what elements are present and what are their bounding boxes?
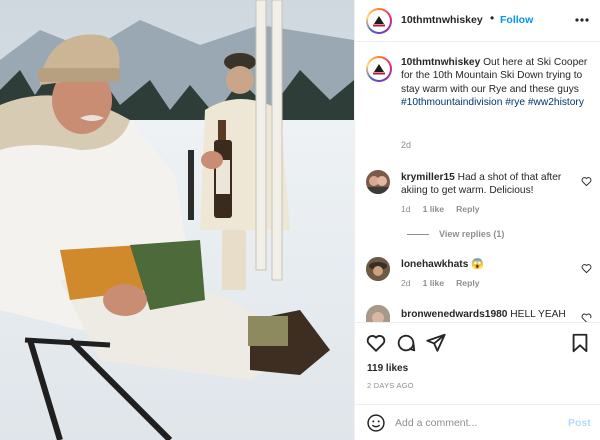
post-date[interactable]: 2 DAYS AGO [367, 381, 414, 390]
reply-button[interactable]: Reply [456, 204, 479, 214]
caption-username[interactable]: 10thmtnwhiskey [401, 57, 480, 68]
caption-timestamp[interactable]: 2d [401, 140, 411, 150]
comment-username[interactable]: bronwenedwards1980 [401, 309, 507, 320]
smiley-icon[interactable] [366, 413, 386, 433]
post-photo[interactable] [0, 0, 354, 440]
ellipsis-icon[interactable] [574, 12, 590, 28]
add-comment-bar: Post [355, 404, 600, 440]
post-panel: 10thmtnwhiskey • Follow 10thmtnwhiskey O… [354, 0, 600, 440]
commenter-avatar[interactable] [366, 170, 390, 194]
commenter-avatar[interactable] [366, 305, 390, 322]
comment-likes[interactable]: 1 like [423, 278, 445, 288]
replies-divider [407, 233, 429, 235]
profile-photo-icon [366, 305, 390, 322]
separator-dot: • [490, 11, 495, 25]
follow-button[interactable]: Follow [500, 14, 533, 26]
comment-text: HELL YEAH [510, 309, 566, 320]
comment-text: 😱 [471, 259, 484, 270]
comment-likes[interactable]: 1 like [423, 204, 445, 214]
photo-illustration [0, 0, 354, 440]
caption-hashtags[interactable]: #10thmountaindivision #rye #ww2history [401, 97, 584, 108]
comment-meta: 2d 1 like Reply [401, 278, 479, 288]
post-caption: 10thmtnwhiskey Out here at Ski Cooper fo… [401, 56, 591, 110]
author-avatar[interactable] [366, 8, 392, 34]
caption-author-avatar[interactable] [366, 56, 392, 82]
brand-logo-icon [373, 16, 385, 27]
comment-meta: 1d 1 like Reply [401, 204, 479, 214]
comment-body: bronwenedwards1980 HELL YEAH [401, 308, 586, 321]
view-replies-label: View replies (1) [439, 229, 505, 239]
comment-input[interactable] [395, 414, 555, 432]
comment-body: krymiller15 Had a shot of that after aki… [401, 171, 576, 198]
heart-icon[interactable] [365, 332, 387, 354]
heart-icon[interactable] [581, 176, 592, 187]
heart-icon[interactable] [581, 263, 592, 274]
share-icon[interactable] [425, 332, 447, 354]
post-header: 10thmtnwhiskey • Follow [355, 0, 600, 42]
author-username[interactable]: 10thmtnwhiskey [401, 14, 483, 26]
heart-icon[interactable] [581, 312, 592, 322]
comment-time[interactable]: 1d [401, 204, 411, 214]
action-bar [355, 322, 600, 362]
post-comment-button[interactable]: Post [568, 417, 591, 429]
instagram-post-view: 10thmtnwhiskey • Follow 10thmtnwhiskey O… [0, 0, 600, 440]
reply-button[interactable]: Reply [456, 278, 479, 288]
commenter-avatar[interactable] [366, 257, 390, 281]
bookmark-icon[interactable] [569, 332, 591, 354]
profile-photo-icon [366, 176, 390, 194]
likes-count[interactable]: 119 likes [367, 363, 408, 374]
comment-icon[interactable] [395, 332, 417, 354]
comment-username[interactable]: lonehawkhats [401, 259, 468, 270]
brand-logo-icon [373, 64, 385, 75]
comment-time[interactable]: 2d [401, 278, 411, 288]
profile-photo-icon [366, 257, 390, 281]
view-replies-button[interactable]: View replies (1) [407, 229, 504, 239]
comment-body: lonehawkhats 😱 [401, 258, 576, 271]
comment-username[interactable]: krymiller15 [401, 172, 455, 183]
